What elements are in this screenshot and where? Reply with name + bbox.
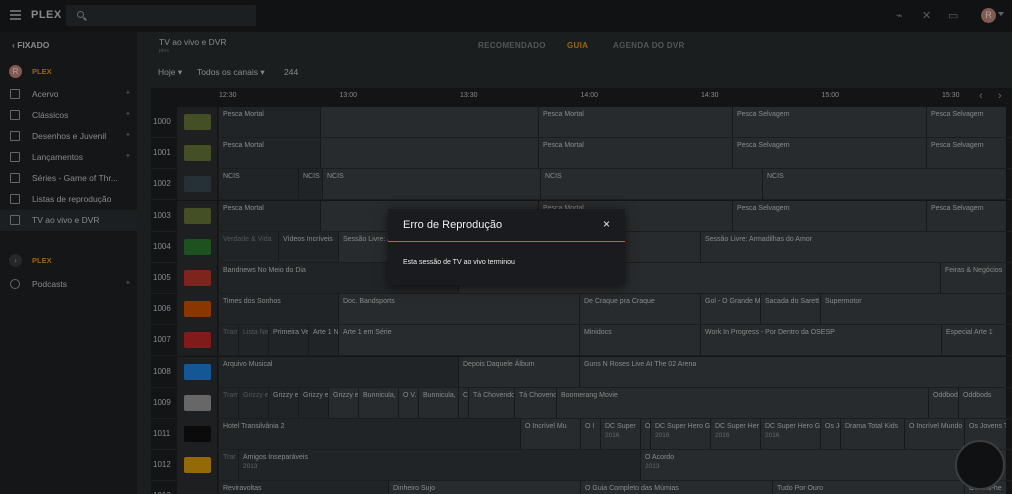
error-dialog: Erro de Reprodução × Esta sessão de TV a… (388, 209, 625, 285)
dialog-title: Erro de Reprodução (403, 219, 503, 231)
watch-icon (955, 440, 1005, 490)
close-icon[interactable]: × (603, 218, 610, 230)
dialog-message: Esta sessão de TV ao vivo terminou (403, 259, 515, 266)
dialog-divider (388, 241, 625, 242)
